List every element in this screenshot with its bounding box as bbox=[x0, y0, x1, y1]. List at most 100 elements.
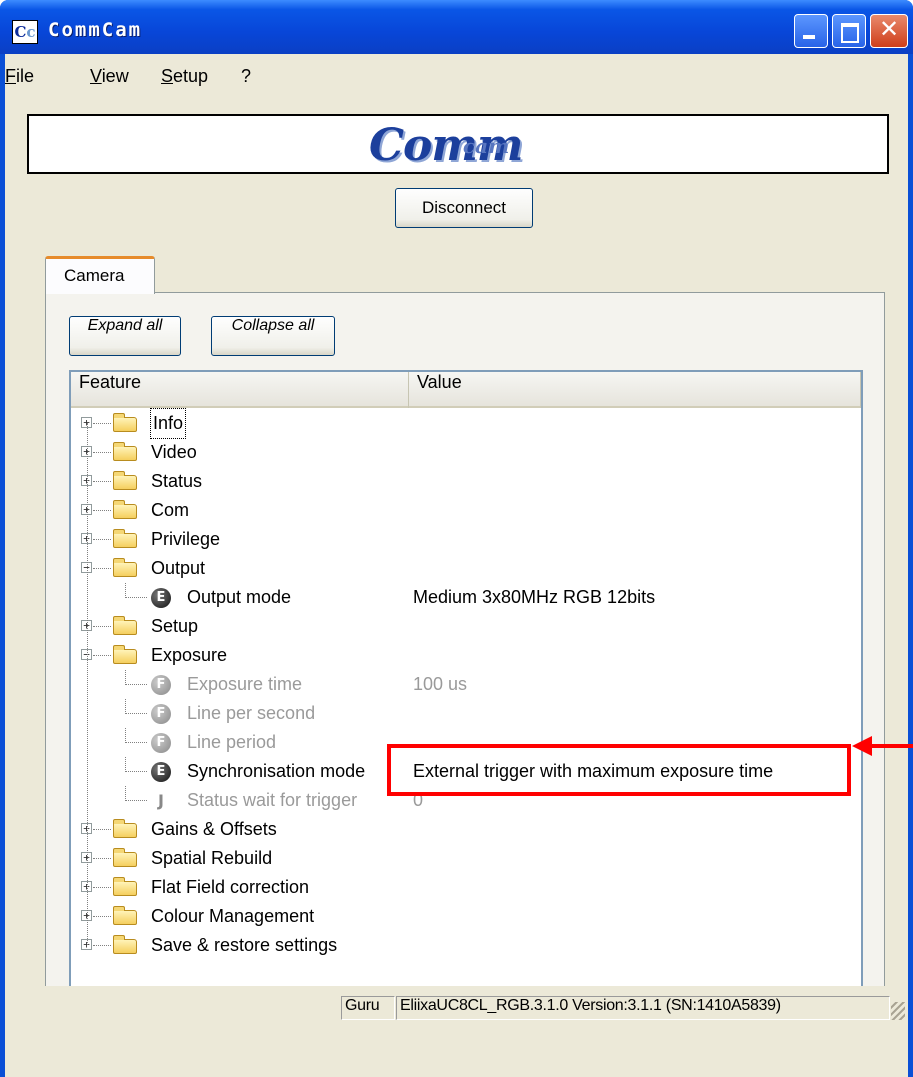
tree-connector bbox=[125, 699, 126, 714]
status-mode: Guru bbox=[341, 996, 395, 1020]
menu-setup[interactable]: Setup bbox=[161, 66, 208, 87]
folder-icon bbox=[113, 442, 137, 461]
folder-icon bbox=[113, 935, 137, 954]
tree-folder-label: Exposure bbox=[151, 645, 228, 665]
tree-folder-label: Privilege bbox=[151, 529, 221, 549]
tree-folder-row[interactable]: + Flat Field correction bbox=[71, 873, 861, 902]
tree-folder-label: Video bbox=[151, 442, 197, 462]
tree-folder-row[interactable]: + Com bbox=[71, 496, 861, 525]
tree-connector bbox=[125, 728, 126, 743]
tree-folder-row[interactable]: + Save & restore settings bbox=[71, 931, 861, 960]
close-icon: ✕ bbox=[878, 15, 900, 43]
tree-connector bbox=[93, 568, 111, 569]
tree-connector bbox=[93, 829, 111, 830]
float-icon: F bbox=[151, 704, 171, 724]
enum-icon: E bbox=[151, 762, 171, 782]
tree-connector bbox=[93, 858, 111, 859]
tree-folder-label: Output bbox=[151, 558, 206, 578]
disconnect-button[interactable]: Disconnect bbox=[395, 188, 533, 228]
menu-view[interactable]: View bbox=[90, 66, 129, 87]
title-bar[interactable]: Cc CommCam ✕ bbox=[0, 0, 913, 54]
tree-value[interactable]: 100 us bbox=[413, 670, 467, 699]
logo-banner: Comm cam bbox=[27, 114, 889, 174]
tab-camera[interactable]: Camera bbox=[45, 256, 155, 294]
tree-value[interactable]: Medium 3x80MHz RGB 12bits bbox=[413, 583, 655, 612]
folder-icon bbox=[113, 558, 137, 577]
folder-icon bbox=[113, 616, 137, 635]
tree-connector bbox=[93, 481, 111, 482]
tree-connector bbox=[125, 583, 126, 598]
tree-leaf-label: Exposure time bbox=[187, 674, 303, 694]
tree-folder-row[interactable]: + Gains & Offsets bbox=[71, 815, 861, 844]
float-icon: F bbox=[151, 675, 171, 695]
tree-folder-row[interactable]: + Spatial Rebuild bbox=[71, 844, 861, 873]
tree-connector bbox=[125, 670, 126, 685]
tree-connector bbox=[93, 423, 111, 424]
folder-icon bbox=[113, 413, 137, 432]
tree-leaf-row[interactable]: E Output mode Medium 3x80MHz RGB 12bits bbox=[71, 583, 861, 612]
app-icon[interactable]: Cc bbox=[12, 20, 38, 44]
folder-icon bbox=[113, 645, 137, 664]
tree-folder-label: Colour Management bbox=[151, 906, 315, 926]
column-header-feature[interactable]: Feature bbox=[71, 372, 409, 408]
tree-folder-label: Status bbox=[151, 471, 203, 491]
tree-connector bbox=[93, 626, 111, 627]
tree-folder-label: Spatial Rebuild bbox=[151, 848, 273, 868]
commcam-window: Cc CommCam ✕ File View Setup ? Comm cam … bbox=[0, 0, 913, 1077]
tree-folder-row[interactable]: + Colour Management bbox=[71, 902, 861, 931]
tree-folder-row[interactable]: + Status bbox=[71, 467, 861, 496]
tree-folder-label: Com bbox=[151, 500, 190, 520]
tree-folder-row[interactable]: − Exposure bbox=[71, 641, 861, 670]
tree-connector bbox=[93, 887, 111, 888]
annotation-arrow bbox=[870, 744, 913, 748]
tree-folder-row[interactable]: + Setup bbox=[71, 612, 861, 641]
tree-leaf-label: Status wait for trigger bbox=[187, 790, 358, 810]
tree-connector bbox=[93, 916, 111, 917]
column-header-value[interactable]: Value bbox=[409, 372, 861, 408]
tree-connector bbox=[125, 757, 126, 772]
tree-leaf-row[interactable]: F Exposure time 100 us bbox=[71, 670, 861, 699]
tree-folder-row[interactable]: + Privilege bbox=[71, 525, 861, 554]
tree-leaf-row[interactable]: F Line per second bbox=[71, 699, 861, 728]
folder-icon bbox=[113, 471, 137, 490]
maximize-button[interactable] bbox=[832, 14, 866, 48]
resize-grip[interactable] bbox=[891, 1002, 905, 1020]
enum-icon: E bbox=[151, 588, 171, 608]
folder-icon bbox=[113, 819, 137, 838]
tree-folder-label: Flat Field correction bbox=[151, 877, 310, 897]
tree-folder-label: Save & restore settings bbox=[151, 935, 338, 955]
menu-bar: File View Setup ? bbox=[5, 58, 908, 90]
float-icon: F bbox=[151, 733, 171, 753]
tree-connector bbox=[125, 597, 147, 598]
menu-help[interactable]: ? bbox=[241, 66, 251, 87]
folder-icon bbox=[113, 848, 137, 867]
tree-connector bbox=[125, 786, 126, 801]
window-title: CommCam bbox=[48, 19, 143, 41]
tree-connector bbox=[125, 771, 147, 772]
tree-folder-row[interactable]: + Info bbox=[71, 408, 861, 439]
logo-sub: cam bbox=[463, 134, 510, 158]
folder-icon bbox=[113, 529, 137, 548]
tree-folder-label: Setup bbox=[151, 616, 199, 636]
folder-icon bbox=[113, 877, 137, 896]
tree-connector bbox=[93, 945, 111, 946]
client-area: File View Setup ? Comm cam Disconnect Ca… bbox=[5, 54, 908, 1077]
tree-leaf-label: Output mode bbox=[187, 587, 292, 607]
tree-folder-row[interactable]: + Video bbox=[71, 438, 861, 467]
annotation-arrowhead bbox=[852, 736, 872, 756]
tree-folder-row[interactable]: − Output bbox=[71, 554, 861, 583]
status-bar: Guru EliixaUC8CL_RGB.3.1.0 Version:3.1.1… bbox=[5, 986, 908, 1023]
menu-file[interactable]: File bbox=[5, 66, 34, 87]
tree-connector bbox=[125, 742, 147, 743]
tree-leaf-label: Line per second bbox=[187, 703, 316, 723]
tree-folder-label: Gains & Offsets bbox=[151, 819, 277, 839]
minimize-button[interactable] bbox=[794, 14, 828, 48]
collapse-all-button[interactable]: Collapse all bbox=[211, 316, 335, 356]
folder-icon bbox=[113, 500, 137, 519]
close-button[interactable]: ✕ bbox=[870, 14, 908, 48]
tree-connector bbox=[93, 510, 111, 511]
tree-connector bbox=[125, 684, 147, 685]
expand-all-button[interactable]: Expand all bbox=[69, 316, 181, 356]
folder-icon bbox=[113, 906, 137, 925]
feature-tree[interactable]: Feature Value + Info + Video + Status + Com + Pri… bbox=[69, 370, 863, 988]
